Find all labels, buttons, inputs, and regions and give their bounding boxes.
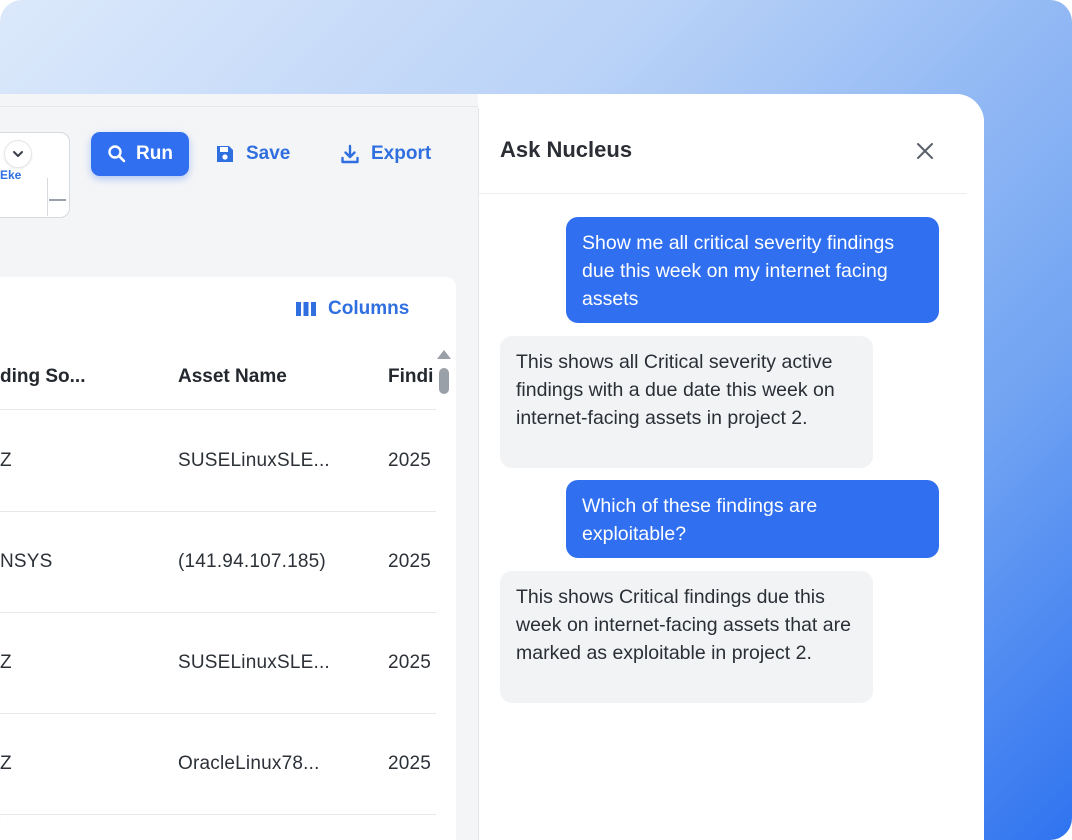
table-cell-finding: 2025: [388, 652, 432, 673]
app-frame: Eke Run Save Export Columns ding So... A…: [0, 0, 1072, 840]
top-divider: [0, 106, 478, 107]
query-field-text: Eke: [0, 168, 22, 182]
search-icon: [108, 145, 126, 163]
table-cell-source: Z: [0, 753, 12, 774]
field-divider: [47, 178, 48, 216]
columns-icon: [296, 302, 316, 316]
table-cell-finding: 2025: [388, 753, 432, 774]
export-button[interactable]: Export: [339, 132, 431, 176]
columns-button-label: Columns: [328, 298, 410, 319]
table-cell-asset[interactable]: SUSELinuxSLE...: [178, 450, 330, 472]
table-row-divider: [0, 612, 436, 613]
table-cell-source: Z: [0, 450, 12, 471]
chevron-down-icon[interactable]: [4, 140, 32, 168]
export-button-label: Export: [371, 143, 432, 164]
header-divider: [0, 409, 436, 410]
table-cell-finding: 2025: [388, 450, 432, 471]
scrollbar-thumb[interactable]: [439, 368, 449, 394]
user-message: Which of these findings are exploitable?: [566, 480, 939, 558]
save-button-label: Save: [246, 143, 291, 164]
table-cell-finding: 2025: [388, 551, 432, 572]
assistant-message: This shows all Critical severity active …: [500, 336, 873, 468]
table-cell-asset[interactable]: SUSELinuxSLE...: [178, 652, 330, 674]
table-cell-source: NSYS: [0, 551, 53, 572]
save-button[interactable]: Save: [214, 132, 290, 176]
run-button[interactable]: Run: [91, 132, 189, 176]
table-cell-asset[interactable]: OracleLinux78...: [178, 753, 320, 775]
results-panel: Eke Run Save Export Columns ding So... A…: [0, 94, 478, 840]
save-icon: [217, 146, 233, 162]
close-icon[interactable]: [910, 136, 940, 166]
column-header-asset-name[interactable]: Asset Name: [178, 366, 287, 388]
minus-icon[interactable]: [49, 199, 66, 201]
column-header-finding[interactable]: Findi: [388, 366, 436, 388]
chat-title: Ask Nucleus: [500, 137, 633, 162]
table-row-divider: [0, 814, 436, 815]
assistant-message: This shows Critical findings due this we…: [500, 571, 873, 703]
download-icon: [341, 144, 359, 164]
chat-header-divider: [479, 193, 967, 194]
table-cell-source: Z: [0, 652, 12, 673]
column-header-finding-source[interactable]: ding So...: [0, 366, 86, 388]
columns-button[interactable]: Columns: [296, 296, 409, 322]
table-cell-asset[interactable]: (141.94.107.185): [178, 551, 326, 573]
run-button-label: Run: [136, 143, 173, 164]
table-row-divider: [0, 511, 436, 512]
app-window: Eke Run Save Export Columns ding So... A…: [0, 94, 984, 840]
user-message: Show me all critical severity findings d…: [566, 217, 939, 323]
scroll-up-arrow-icon[interactable]: [437, 350, 451, 359]
table-row-divider: [0, 713, 436, 714]
vertical-scrollbar[interactable]: [436, 344, 456, 840]
